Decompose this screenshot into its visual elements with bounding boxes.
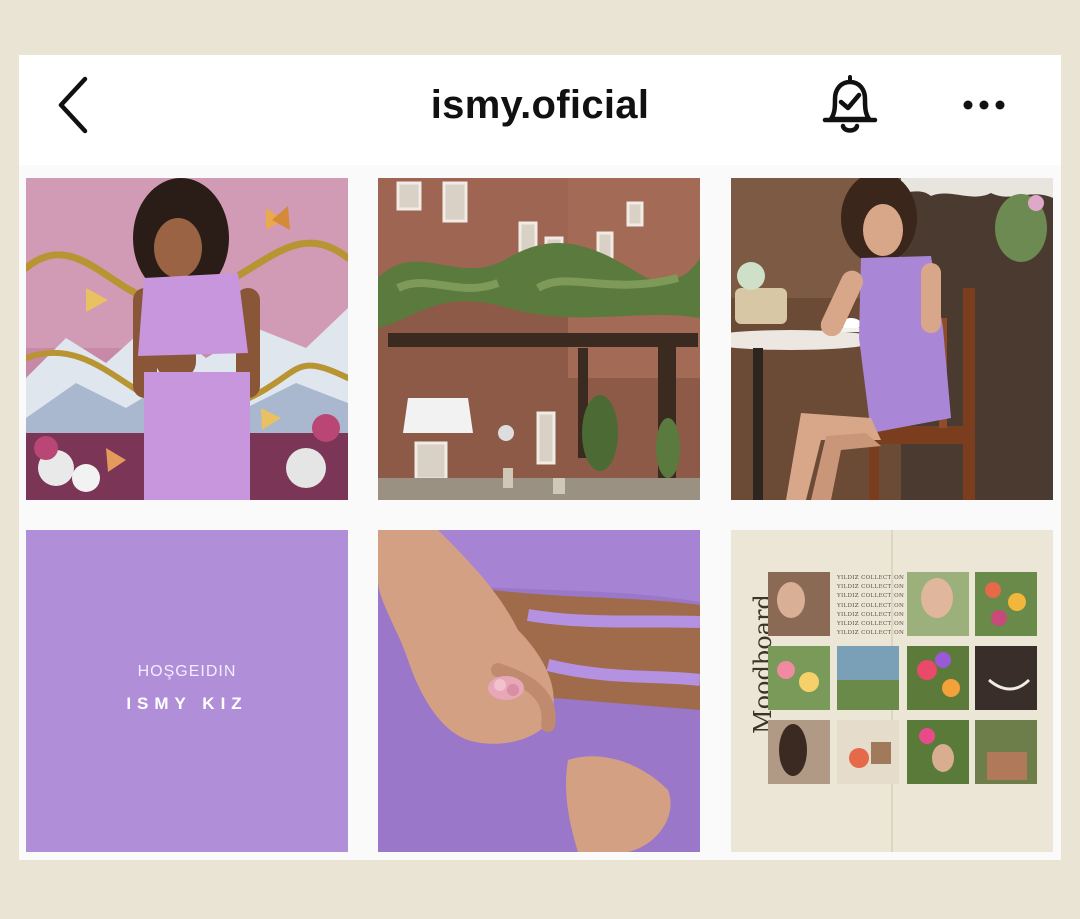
post-tile-welcome[interactable]: HOŞGEIDIN ISMY KIZ xyxy=(26,530,348,852)
more-horizontal-icon xyxy=(963,100,1005,110)
bell-check-icon xyxy=(822,75,878,133)
post-image xyxy=(26,178,348,500)
post-image xyxy=(731,178,1053,500)
welcome-greeting: HOŞGEIDIN xyxy=(137,663,237,680)
post-tile-ring[interactable] xyxy=(378,530,700,852)
post-tile-collage[interactable] xyxy=(26,178,348,500)
welcome-brand: ISMY KIZ xyxy=(126,694,248,713)
post-image xyxy=(378,530,700,852)
profile-username: ismy.oficial xyxy=(430,83,650,127)
more-options-button[interactable] xyxy=(959,91,1009,119)
post-tile-cafe[interactable] xyxy=(731,178,1053,500)
post-tile-building[interactable] xyxy=(378,178,700,500)
post-image xyxy=(378,178,700,500)
moodboard-photos xyxy=(768,530,1037,852)
notifications-button[interactable] xyxy=(819,73,881,139)
profile-header: ismy.oficial xyxy=(19,55,1061,165)
post-tile-moodboard[interactable]: Moodboard YILDIZ COLLECTION YILDIZ COLLE… xyxy=(731,530,1053,852)
profile-card: ismy.oficial HOŞGEIDIN ISMY KIZ Moodboar… xyxy=(19,55,1061,860)
